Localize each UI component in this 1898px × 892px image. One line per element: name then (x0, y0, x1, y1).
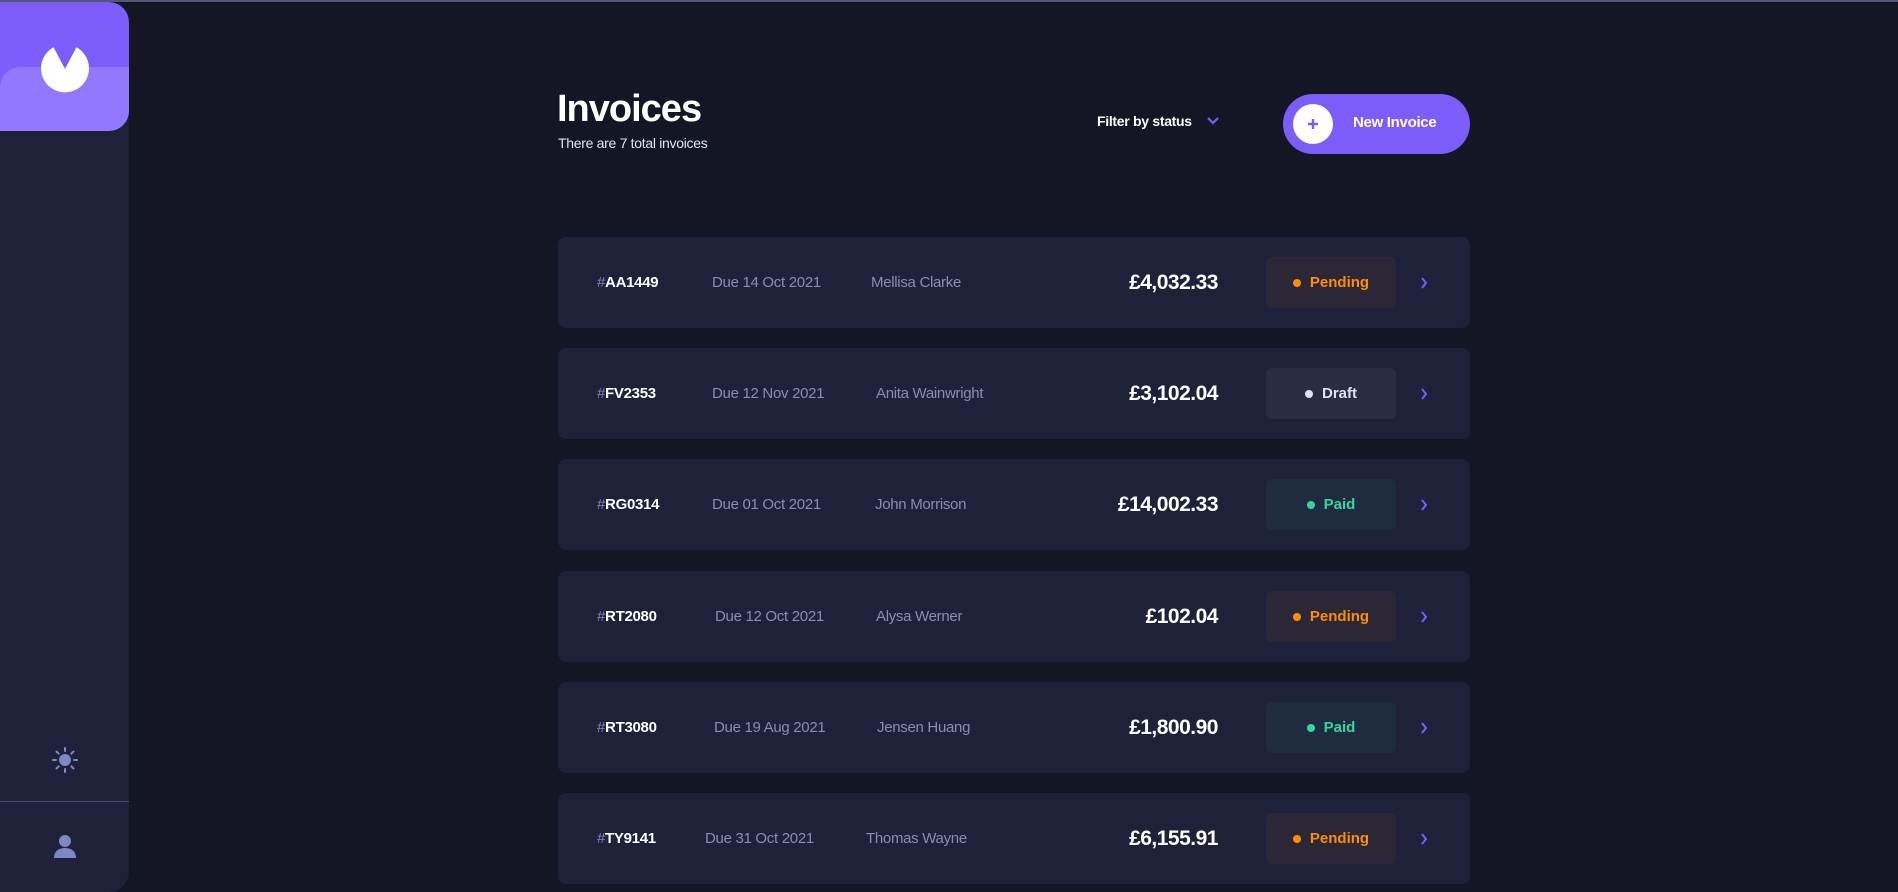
invoice-due-date: Due 31 Oct 2021 (705, 830, 814, 847)
sidebar-divider (0, 801, 129, 802)
invoice-due-date: Due 12 Nov 2021 (712, 385, 825, 402)
user-icon[interactable] (50, 831, 80, 861)
invoice-count: There are 7 total invoices (558, 135, 708, 151)
invoice-client-name: Mellisa Clarke (871, 274, 961, 291)
status-dot (1306, 723, 1315, 732)
invoice-amount: £102.04 (1145, 605, 1219, 628)
status-badge: Draft (1266, 368, 1396, 419)
invoice-row[interactable]: #RG0314 Due 01 Oct 2021 John Morrison £1… (558, 459, 1470, 550)
invoice-id: #RT2080 (597, 608, 657, 625)
invoice-id: #RG0314 (597, 496, 660, 513)
status-dot (1304, 389, 1313, 398)
invoice-id: #TY9141 (597, 830, 656, 847)
chevron-right-icon (1421, 388, 1428, 400)
logo-icon (41, 47, 89, 93)
invoice-client-name: John Morrison (875, 496, 967, 513)
sidebar (0, 2, 129, 892)
chevron-right-icon (1421, 722, 1428, 734)
status-badge: Pending (1266, 813, 1396, 864)
new-invoice-button[interactable]: New Invoice (1283, 94, 1470, 154)
invoice-id: #AA1449 (597, 274, 659, 291)
plus-circle (1293, 104, 1333, 144)
status-badge: Paid (1266, 479, 1396, 530)
window-top-border (0, 0, 1898, 2)
status-dot (1292, 834, 1301, 843)
chevron-right-icon (1421, 833, 1428, 845)
invoice-id: #RT3080 (597, 719, 657, 736)
app-logo[interactable] (0, 2, 129, 131)
invoice-amount: £3,102.04 (1129, 382, 1218, 405)
chevron-right-icon (1421, 499, 1428, 511)
status-dot (1292, 612, 1301, 621)
invoice-due-date: Due 14 Oct 2021 (712, 274, 821, 291)
page-title: Invoices (557, 88, 702, 130)
invoice-amount: £14,002.33 (1117, 493, 1219, 516)
filter-label: Filter by status (1097, 113, 1192, 129)
invoice-client-name: Anita Wainwright (876, 385, 984, 402)
chevron-right-icon (1421, 611, 1428, 623)
invoice-amount: £6,155.91 (1129, 827, 1218, 850)
invoice-client-name: Alysa Werner (876, 608, 963, 625)
new-invoice-label: New Invoice (1353, 113, 1437, 131)
invoice-amount: £4,032.33 (1129, 271, 1218, 294)
invoice-client-name: Jensen Huang (877, 719, 971, 736)
invoice-row[interactable]: #FV2353 Due 12 Nov 2021 Anita Wainwright… (558, 348, 1470, 439)
status-badge: Paid (1266, 702, 1396, 753)
status-badge: Pending (1266, 591, 1396, 642)
status-badge: Pending (1266, 257, 1396, 308)
invoice-row[interactable]: #RT2080 Due 12 Oct 2021 Alysa Werner £10… (558, 571, 1470, 662)
invoice-due-date: Due 19 Aug 2021 (714, 719, 826, 736)
invoice-due-date: Due 12 Oct 2021 (715, 608, 824, 625)
invoice-row[interactable]: #TY9141 Due 31 Oct 2021 Thomas Wayne £6,… (558, 793, 1470, 884)
chevron-right-icon (1421, 277, 1428, 289)
invoice-due-date: Due 01 Oct 2021 (712, 496, 821, 513)
invoice-id: #FV2353 (597, 385, 656, 402)
invoice-amount: £1,800.90 (1129, 716, 1218, 739)
status-dot (1306, 500, 1315, 509)
filter-by-status-dropdown[interactable]: Filter by status (1097, 113, 1220, 129)
plus-icon (1308, 119, 1318, 129)
invoice-row[interactable]: #RT3080 Due 19 Aug 2021 Jensen Huang £1,… (558, 682, 1470, 773)
sun-icon[interactable] (50, 745, 80, 775)
chevron-down-icon (1207, 117, 1219, 125)
invoice-client-name: Thomas Wayne (866, 830, 967, 847)
invoice-row[interactable]: #AA1449 Due 14 Oct 2021 Mellisa Clarke £… (558, 237, 1470, 328)
status-dot (1292, 278, 1301, 287)
